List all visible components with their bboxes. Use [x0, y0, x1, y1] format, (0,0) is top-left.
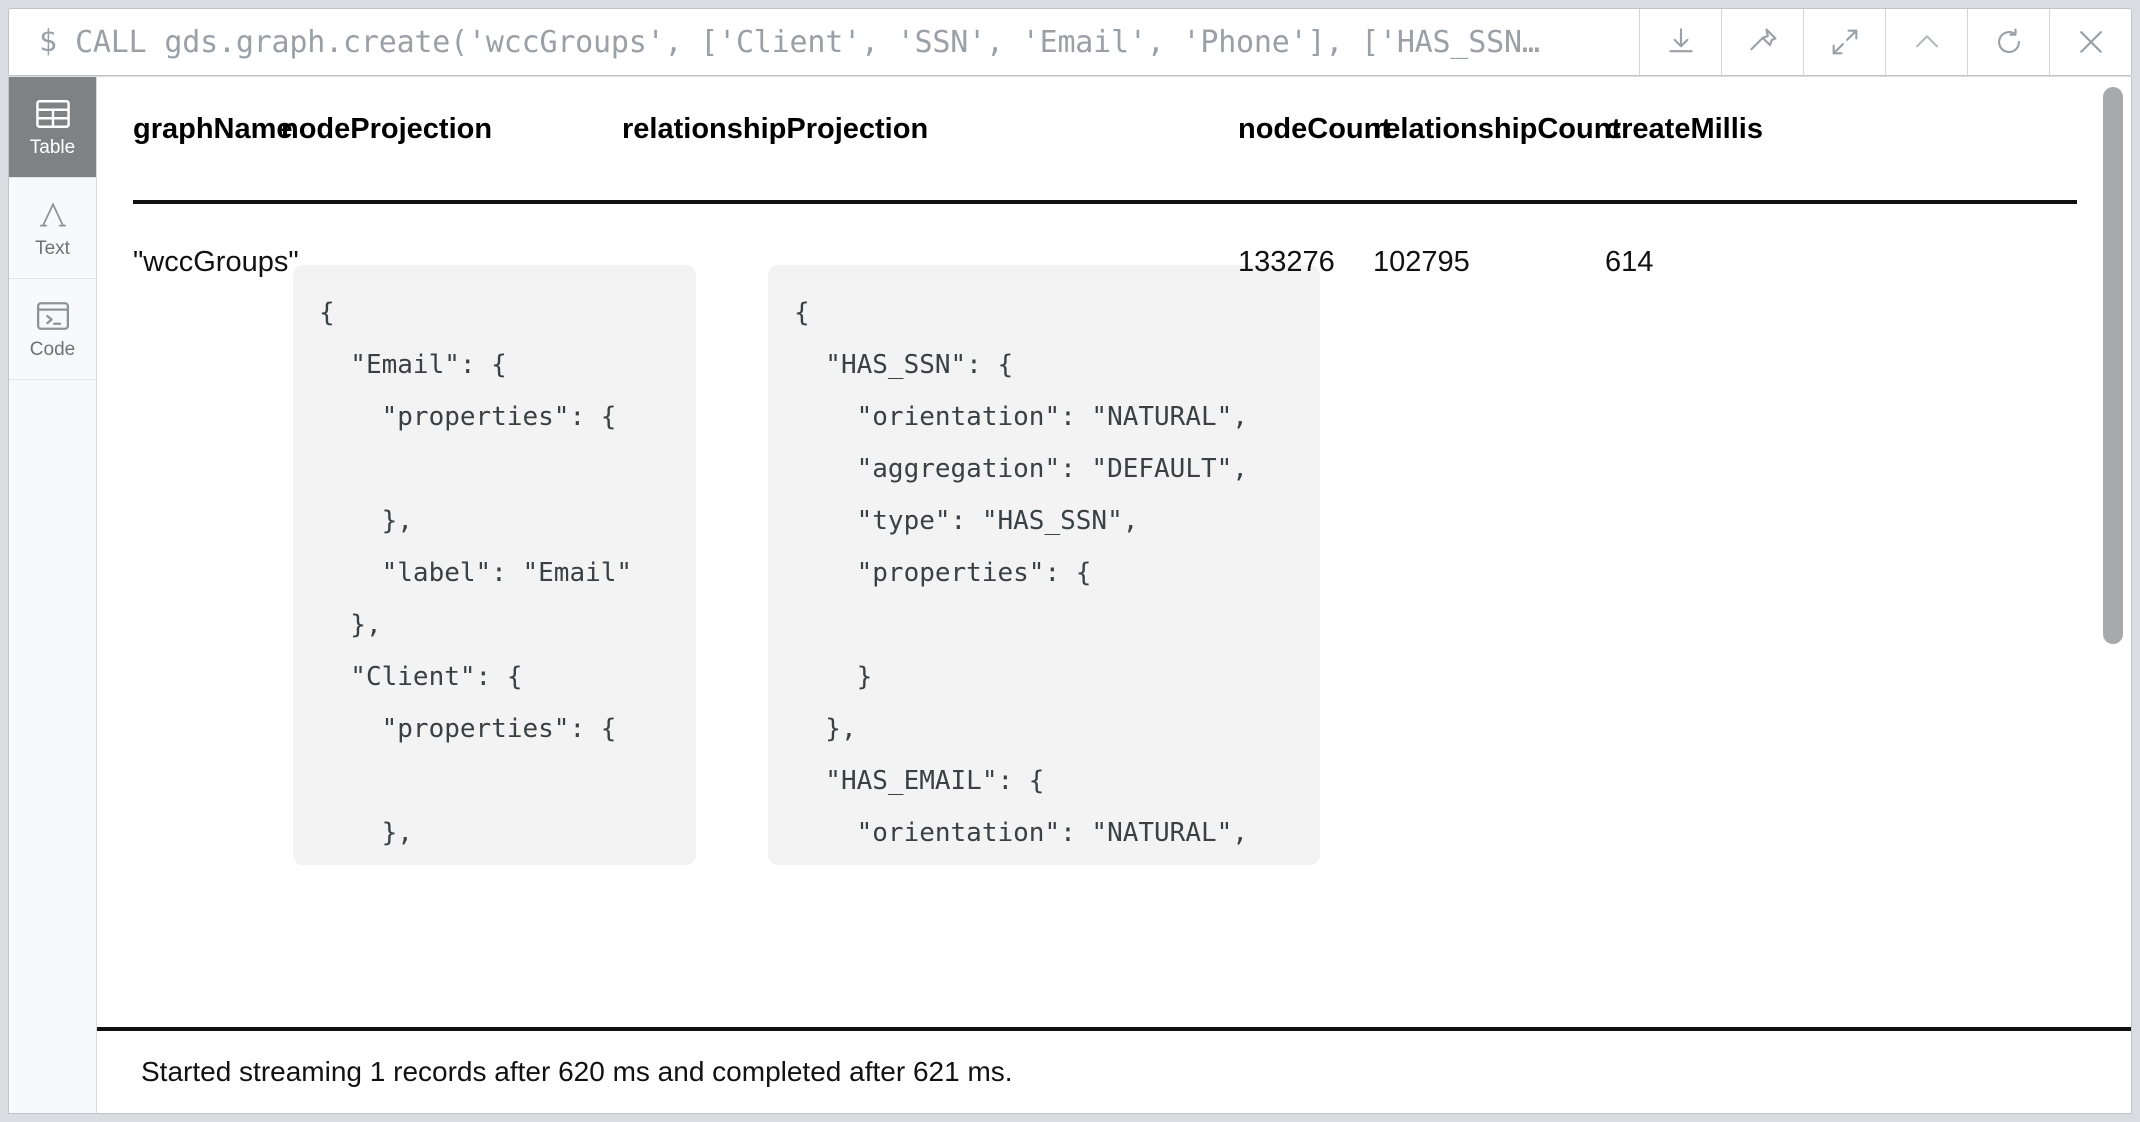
column-header-relationshipprojection[interactable]: relationshipProjection [622, 113, 928, 146]
vertical-scrollbar-thumb[interactable] [2103, 87, 2123, 644]
pin-button[interactable] [1721, 9, 1803, 75]
cell-relationshipprojection[interactable]: { "HAS_SSN": { "orientation": "NATURAL",… [768, 265, 1320, 865]
prompt-symbol: $ [39, 24, 58, 59]
command-bar-actions [1639, 9, 2131, 75]
cell-graphname: "wccGroups" [133, 246, 299, 278]
vertical-scrollbar-track[interactable] [2103, 81, 2127, 1026]
sidebar-item-table[interactable]: Table [9, 77, 96, 178]
command-bar: $ CALL gds.graph.create('wccGroups', ['C… [8, 8, 2132, 76]
result-panel: graphName nodeProjection relationshipPro… [97, 77, 2132, 1114]
column-header-graphname[interactable]: graphName [133, 113, 293, 146]
cell-relationshipcount: 102795 [1373, 246, 1470, 278]
status-bar: Started streaming 1 records after 620 ms… [97, 1027, 2131, 1113]
command-query-text: CALL gds.graph.create('wccGroups', ['Cli… [75, 24, 1540, 60]
expand-button[interactable] [1803, 9, 1885, 75]
close-icon [2073, 24, 2109, 60]
refresh-icon [1992, 25, 2026, 59]
sidebar-item-code-label: Code [29, 339, 76, 360]
code-icon [36, 299, 70, 333]
table-header-row: graphName nodeProjection relationshipPro… [97, 77, 2081, 204]
sidebar-item-table-label: Table [29, 137, 76, 158]
pin-icon [1746, 25, 1780, 59]
column-header-createmillis[interactable]: createMillis [1605, 113, 1763, 146]
query-result-window: $ CALL gds.graph.create('wccGroups', ['C… [0, 0, 2140, 1122]
download-button[interactable] [1639, 9, 1721, 75]
cell-createmillis: 614 [1605, 246, 1654, 278]
view-mode-sidebar: Table Text Code [8, 77, 97, 1114]
expand-icon [1828, 25, 1862, 59]
command-text-area[interactable]: $ CALL gds.graph.create('wccGroups', ['C… [9, 9, 1639, 75]
result-scroll-region[interactable]: graphName nodeProjection relationshipPro… [97, 77, 2131, 1030]
close-button[interactable] [2049, 9, 2131, 75]
text-icon [37, 198, 69, 232]
column-header-nodeprojection[interactable]: nodeProjection [281, 113, 492, 146]
column-header-nodecount[interactable]: nodeCount [1238, 113, 1391, 146]
status-message: Started streaming 1 records after 620 ms… [141, 1056, 1013, 1087]
cell-nodecount: 133276 [1238, 246, 1335, 278]
cell-nodeprojection[interactable]: { "Email": { "properties": { }, "label":… [293, 265, 696, 865]
sidebar-item-text[interactable]: Text [9, 178, 96, 279]
collapse-button[interactable] [1885, 9, 1967, 75]
sidebar-item-code[interactable]: Code [9, 279, 96, 380]
column-header-relationshipcount[interactable]: relationshipCount [1373, 113, 1621, 146]
rerun-button[interactable] [1967, 9, 2049, 75]
sidebar-item-text-label: Text [35, 238, 70, 259]
header-divider [133, 200, 2077, 204]
download-icon [1664, 25, 1698, 59]
table-icon [35, 97, 70, 131]
chevron-up-icon [1910, 25, 1944, 59]
result-table: graphName nodeProjection relationshipPro… [97, 77, 2131, 1030]
